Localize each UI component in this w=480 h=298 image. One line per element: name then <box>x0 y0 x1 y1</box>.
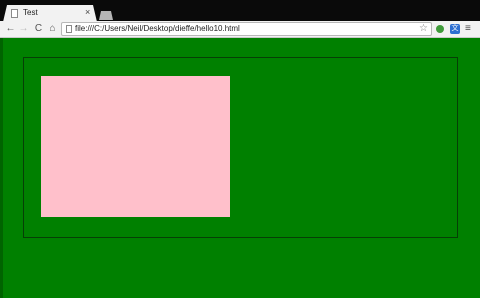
translate-extension-icon[interactable]: 文 <box>450 24 460 34</box>
home-icon[interactable]: ⌂ <box>47 23 58 35</box>
url-text[interactable]: file:///C:/Users/Neil/Desktop/dieffe/hel… <box>75 24 240 33</box>
page-icon <box>66 25 72 33</box>
pink-box <box>41 76 230 217</box>
bookmark-star-icon[interactable]: ☆ <box>419 23 428 35</box>
address-bar[interactable]: file:///C:/Users/Neil/Desktop/dieffe/hel… <box>61 22 432 36</box>
tab-strip: Test × <box>0 0 480 22</box>
back-arrow-icon[interactable]: ← <box>5 23 16 35</box>
reload-icon[interactable]: C <box>33 23 44 35</box>
page-icon <box>11 9 18 18</box>
close-icon[interactable]: × <box>85 7 90 17</box>
browser-toolbar: ← → C ⌂ file:///C:/Users/Neil/Desktop/di… <box>0 21 480 38</box>
page-viewport <box>0 38 480 298</box>
forward-arrow-icon[interactable]: → <box>18 23 29 35</box>
window-edge <box>0 38 3 298</box>
extension-green-icon[interactable] <box>436 25 444 33</box>
tab-title: Test <box>23 8 38 17</box>
tab-test[interactable]: Test × <box>3 5 97 22</box>
menu-icon[interactable]: ≡ <box>465 23 471 35</box>
new-tab-button[interactable] <box>99 11 113 20</box>
